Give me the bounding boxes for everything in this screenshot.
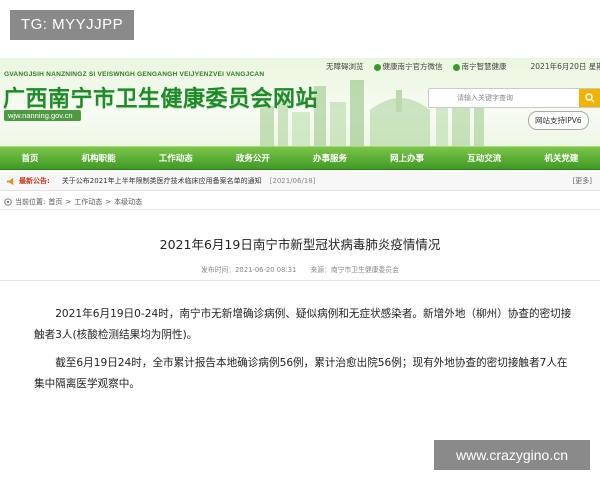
- breadcrumb-local-news[interactable]: 本级动态: [114, 197, 142, 207]
- announcement-date: [2021/06/18]: [269, 177, 316, 185]
- breadcrumb-home[interactable]: 首页: [48, 197, 62, 207]
- wechat-link[interactable]: 健康南宁官方微信: [373, 61, 443, 72]
- nav-online[interactable]: 网上办事: [386, 152, 428, 164]
- wechat-icon: [373, 63, 381, 71]
- location-icon: [4, 197, 12, 206]
- overlay-badge: TG: MYYJJPP: [10, 10, 134, 40]
- nav-interaction[interactable]: 互动交流: [463, 152, 505, 164]
- article-source: 来源：南宁市卫生健康委员会: [310, 266, 399, 274]
- header-top-links: 无障碍浏览 健康南宁官方微信 南宁智慧健康 2021年6月20日 星期日: [326, 61, 600, 72]
- article-meta: 发布时间：2021-06-20 08:31 来源：南宁市卫生健康委员会: [0, 264, 600, 281]
- health-app-icon: [452, 63, 460, 71]
- article-paragraph: 2021年6月19日0-24时，南宁市无新增确诊病例、疑似病例和无症状感染者。新…: [34, 308, 572, 341]
- site-title[interactable]: 广西南宁市卫生健康委员会网站: [3, 81, 318, 113]
- announcement-bar: 最新公告: 关于公布2021年上半年限制类医疗技术临床应用备案名单的通知 [20…: [0, 172, 600, 191]
- nav-gov-affairs[interactable]: 政务公开: [232, 152, 274, 164]
- article-body: 2021年6月19日0-24时，南宁市无新增确诊病例、疑似病例和无症状感染者。新…: [34, 304, 574, 402]
- smart-health-link[interactable]: 南宁智慧健康: [452, 61, 507, 72]
- article-title: 2021年6月19日南宁市新型冠状病毒肺炎疫情情况: [159, 237, 441, 252]
- site-title-pinyin: GVANGJSIH NANZNINGZ SI VEISWNGH GENGANGH…: [4, 71, 265, 78]
- site-watermark: www.crazygino.cn: [434, 440, 590, 470]
- search-input[interactable]: [429, 90, 597, 106]
- article-publish-time: 发布时间：2021-06-20 08:31: [201, 266, 297, 274]
- article-paragraph: 截至6月19日24时，全市累计报告本地确诊病例56例，累计治愈出院56例；现有外…: [34, 357, 568, 390]
- nav-home[interactable]: 首页: [18, 152, 43, 164]
- search-box: [428, 88, 600, 108]
- announcement-link[interactable]: 关于公布2021年上半年限制类医疗技术临床应用备案名单的通知: [62, 176, 262, 186]
- nav-party[interactable]: 机关党建: [540, 152, 582, 164]
- breadcrumb-separator: >: [65, 197, 72, 206]
- main-nav: 首页 机构职能 工作动态 政务公开 办事服务 网上办事 互动交流 机关党建: [0, 146, 600, 170]
- breadcrumb: 当前位置: 首页 > 工作动态 > 本级动态: [0, 194, 600, 210]
- search-icon: [585, 93, 595, 103]
- breadcrumb-prefix: 当前位置:: [15, 197, 46, 206]
- announcement-label: 最新公告:: [19, 177, 50, 185]
- ipv6-badge: 网站支持IPV6: [528, 111, 589, 130]
- nav-services[interactable]: 办事服务: [309, 152, 351, 164]
- accessibility-link[interactable]: 无障碍浏览: [326, 61, 364, 72]
- header-date: 2021年6月20日 星期日: [530, 62, 600, 71]
- nav-functions[interactable]: 机构职能: [78, 152, 120, 164]
- nav-work-news[interactable]: 工作动态: [155, 152, 197, 164]
- search-button[interactable]: [579, 89, 600, 107]
- breadcrumb-separator: >: [105, 197, 112, 206]
- site-url: wjw.nanning.gov.cn: [4, 110, 81, 121]
- megaphone-icon: [6, 177, 14, 185]
- wechat-link-label: 健康南宁官方微信: [382, 62, 443, 71]
- announcement-more-link[interactable]: [更多]: [573, 176, 592, 186]
- smart-health-link-label: 南宁智慧健康: [461, 62, 507, 71]
- breadcrumb-work-news[interactable]: 工作动态: [74, 197, 102, 207]
- site-header: 无障碍浏览 健康南宁官方微信 南宁智慧健康 2021年6月20日 星期日 GVA…: [0, 58, 600, 146]
